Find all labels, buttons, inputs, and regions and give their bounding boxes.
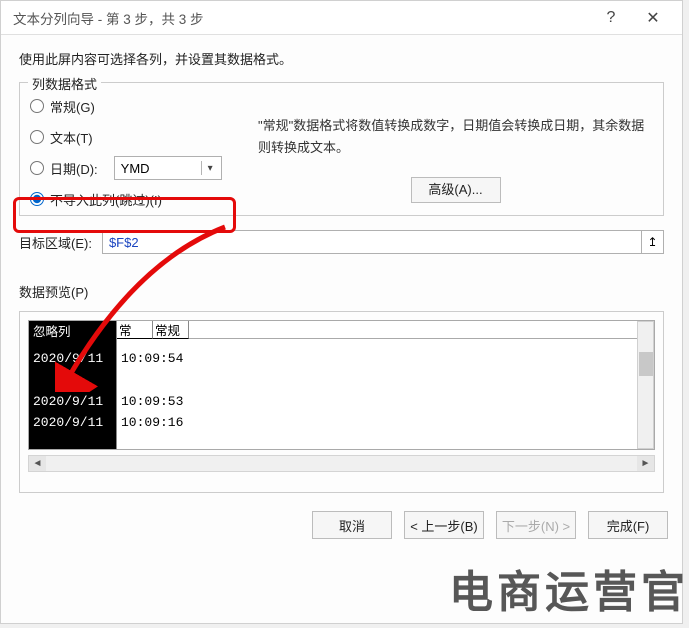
scroll-left-icon[interactable]: ◄ <box>29 456 46 471</box>
destination-label: 目标区域(E): <box>19 233 92 252</box>
instruction-text: 使用此屏内容可选择各列，并设置其数据格式。 <box>19 49 664 68</box>
preview-cell: 2020/9/11 <box>29 392 116 413</box>
preview-cell: 2020/9/11 <box>29 413 116 434</box>
date-format-select[interactable]: YMD ▾ <box>114 156 222 180</box>
titlebar: 文本分列向导 - 第 3 步，共 3 步 ? ✕ <box>1 1 682 35</box>
preview-cell: 10:09:53 <box>117 392 654 413</box>
preview-col2-head[interactable]: 常 <box>117 321 153 339</box>
radio-skip[interactable]: 不导入此列(跳过)(I) <box>30 188 242 210</box>
radio-date-label: 日期(D): <box>50 159 98 178</box>
preview-col2-body: 10:09:54 10:09:53 10:09:16 <box>117 339 654 449</box>
preview-cell: 10:09:54 <box>117 349 654 370</box>
format-desc-text: "常规"数据格式将数值转换成数字，日期值会转换成日期，其余数据则转换成文本。 <box>258 115 653 159</box>
destination-row: 目标区域(E): ↥ <box>19 230 664 254</box>
radio-skip-input[interactable] <box>30 192 44 206</box>
preview-vertical-scrollbar[interactable] <box>637 321 654 449</box>
radio-general-label: 常规(G) <box>50 97 95 116</box>
preview-body: 2020/9/11 2020/9/11 2020/9/11 10:09:54 1… <box>29 339 654 449</box>
chevron-down-icon: ▾ <box>201 161 215 175</box>
preview-table[interactable]: 忽略列 常 常规 2020/9/11 2020/9/11 2020/9/11 1… <box>28 320 655 450</box>
advanced-button[interactable]: 高级(A)... <box>411 177 501 203</box>
back-button[interactable]: < 上一步(B) <box>404 511 484 539</box>
radio-text-input[interactable] <box>30 130 44 144</box>
range-picker-icon[interactable]: ↥ <box>641 231 663 253</box>
format-description: "常规"数据格式将数值转换成数字，日期值会转换成日期，其余数据则转换成文本。 高… <box>258 91 653 203</box>
dialog-title: 文本分列向导 - 第 3 步，共 3 步 <box>13 8 204 28</box>
scroll-right-icon[interactable]: ► <box>637 456 654 471</box>
column-format-legend: 列数据格式 <box>28 74 101 93</box>
preview-box: 忽略列 常 常规 2020/9/11 2020/9/11 2020/9/11 1… <box>19 311 664 493</box>
next-button: 下一步(N) > <box>496 511 576 539</box>
preview-label: 数据预览(P) <box>19 282 664 301</box>
text-to-columns-dialog: 文本分列向导 - 第 3 步，共 3 步 ? ✕ 使用此屏内容可选择各列，并设置… <box>0 0 683 624</box>
radio-skip-label: 不导入此列(跳过)(I) <box>50 190 162 209</box>
column-format-group: 列数据格式 常规(G) 文本(T) 日期(D): YM <box>19 82 664 216</box>
radio-date-input[interactable] <box>30 161 44 175</box>
preview-header: 忽略列 常 常规 <box>29 321 654 339</box>
help-icon[interactable]: ? <box>590 3 632 33</box>
preview-col1-head[interactable]: 忽略列 <box>29 321 117 339</box>
cancel-button[interactable]: 取消 <box>312 511 392 539</box>
finish-button[interactable]: 完成(F) <box>588 511 668 539</box>
radio-general[interactable]: 常规(G) <box>30 95 242 117</box>
close-icon[interactable]: ✕ <box>632 3 674 33</box>
preview-cell: 10:09:16 <box>117 413 654 434</box>
preview-col3-head[interactable]: 常规 <box>153 321 189 339</box>
destination-input-wrap: ↥ <box>102 230 664 254</box>
destination-input[interactable] <box>103 231 641 253</box>
preview-col1-body: 2020/9/11 2020/9/11 2020/9/11 <box>29 339 117 449</box>
radio-text[interactable]: 文本(T) <box>30 126 242 148</box>
radio-date[interactable]: 日期(D): YMD ▾ <box>30 157 242 179</box>
radio-general-input[interactable] <box>30 99 44 113</box>
date-format-value: YMD <box>121 161 150 176</box>
button-row: 取消 < 上一步(B) 下一步(N) > 完成(F) <box>1 501 682 553</box>
radio-text-label: 文本(T) <box>50 128 93 147</box>
preview-cell: 2020/9/11 <box>29 349 116 370</box>
preview-horizontal-scrollbar[interactable]: ◄ ► <box>28 455 655 472</box>
scrollbar-thumb[interactable] <box>639 352 653 376</box>
format-radio-stack: 常规(G) 文本(T) 日期(D): YMD ▾ <box>30 91 242 210</box>
dialog-body: 使用此屏内容可选择各列，并设置其数据格式。 列数据格式 常规(G) 文本(T) … <box>1 35 682 501</box>
